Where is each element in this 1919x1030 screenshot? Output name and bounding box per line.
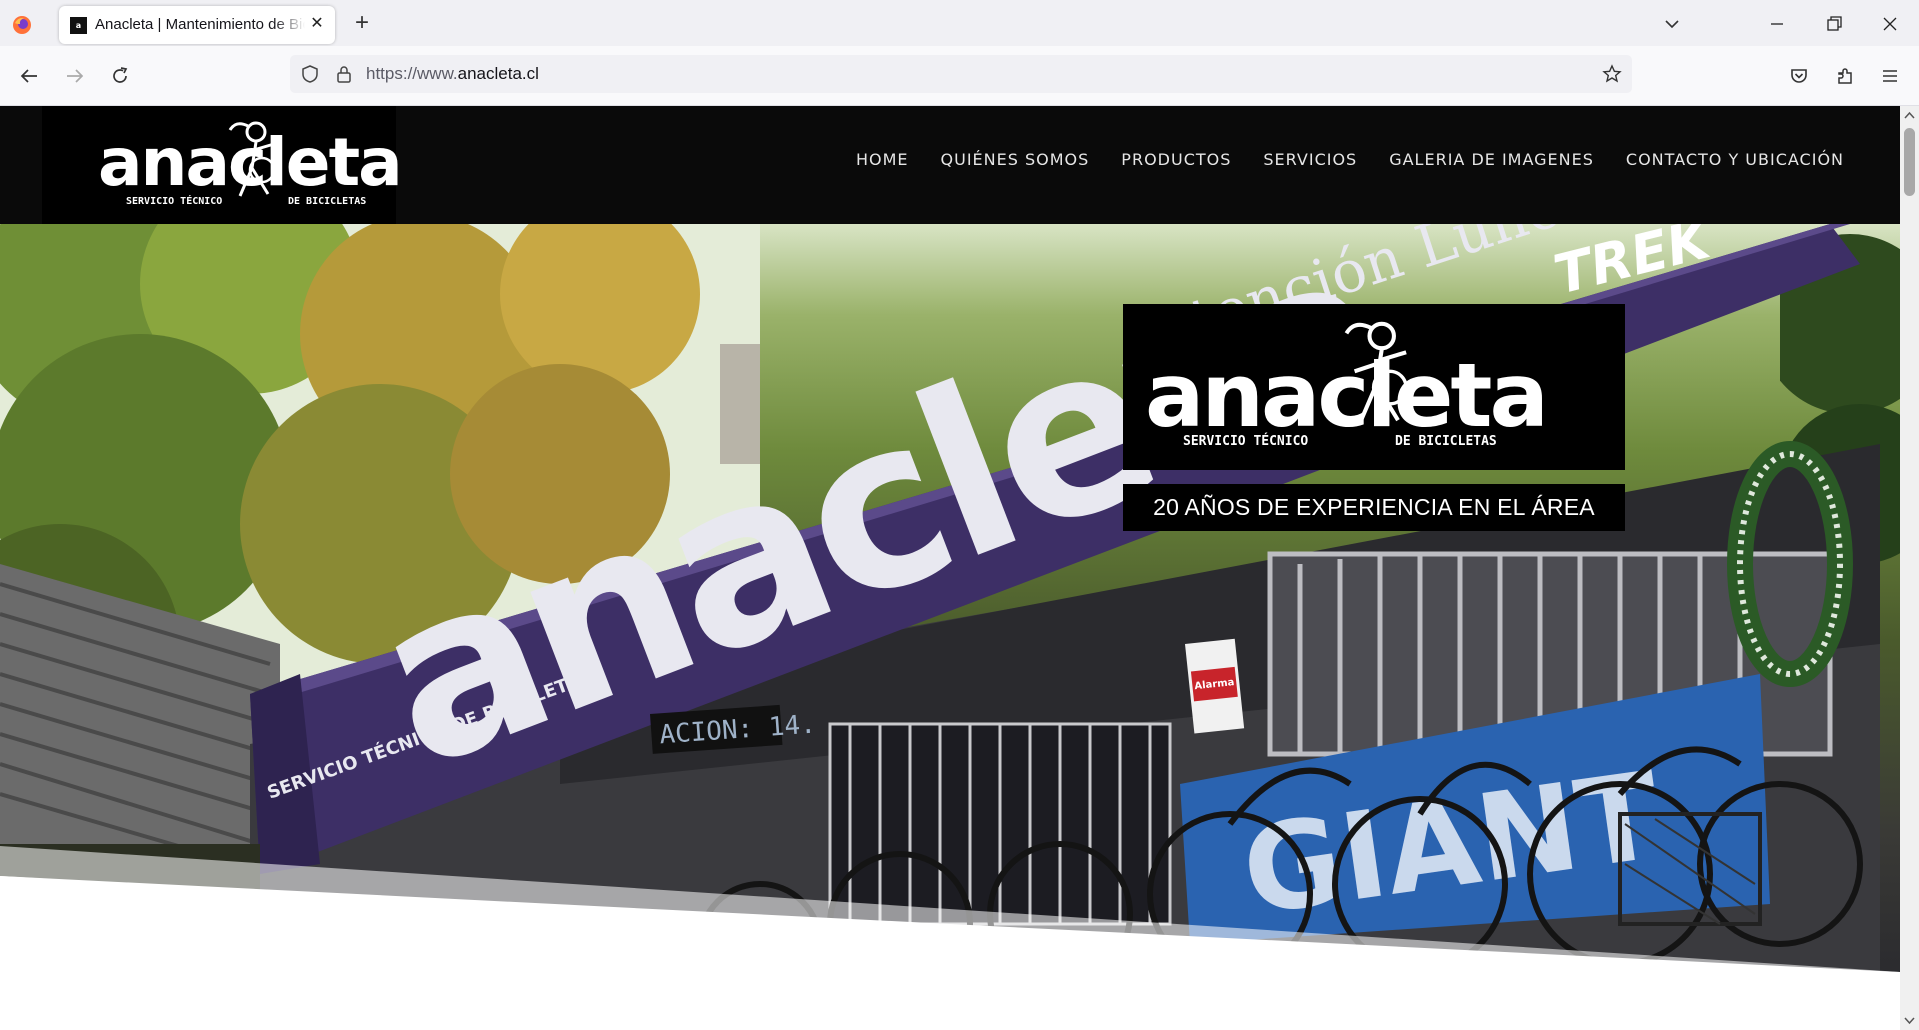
scrollbar-thumb[interactable] [1904,128,1915,196]
page-scrollbar[interactable] [1900,106,1919,1030]
site-logo: anacleta SERVICIO TÉCNICO DE BICICLETAS [98,118,418,214]
pocket-icon[interactable] [1788,65,1810,87]
extensions-puzzle-icon[interactable] [1834,65,1856,87]
hero-banner: anacleta Atención Lunes TREK SERVICIO TÉ… [0,224,1900,984]
close-window-icon[interactable] [1880,14,1900,34]
hero-tagline: 20 AÑOS DE EXPERIENCIA EN EL ÁREA [1123,484,1625,531]
forward-arrow-icon[interactable] [64,65,86,87]
nav-contacto[interactable]: CONTACTO Y UBICACIÓN [1610,150,1860,169]
browser-tab-strip: a Anacleta | Mantenimiento de Bicicletas… [0,0,1919,46]
nav-servicios[interactable]: SERVICIOS [1247,150,1373,169]
logo-tagline-right: DE BICICLETAS [288,196,367,207]
scroll-down-arrow-icon[interactable] [1904,1015,1915,1026]
nav-quienes-somos[interactable]: QUIÉNES SOMOS [925,150,1106,169]
url-scheme: https://www. [366,64,458,83]
url-host: anacleta.cl [457,64,539,83]
site-header: anacleta SERVICIO TÉCNICO DE BICICLETAS … [0,106,1900,224]
main-navigation: HOME QUIÉNES SOMOS PRODUCTOS SERVICIOS G… [840,150,1860,169]
hero-logo-card: anacleta SERVICIO TÉCNICO DE BICICLETAS [1123,304,1625,470]
url-text[interactable]: https://www.anacleta.cl [366,64,539,84]
browser-toolbar: https://www.anacleta.cl [0,46,1919,106]
page-viewport: anacleta SERVICIO TÉCNICO DE BICICLETAS … [0,106,1900,1030]
chevron-down-icon[interactable] [1662,14,1682,34]
scroll-up-arrow-icon[interactable] [1904,110,1915,121]
bookmark-star-icon[interactable] [1602,64,1622,84]
lock-icon[interactable] [334,64,354,84]
minimize-icon[interactable] [1767,14,1787,34]
site-favicon-icon: a [70,17,87,34]
tab-title: Anacleta | Mantenimiento de Bicicletas [95,16,305,33]
hero-logo-tagline-right: DE BICICLETAS [1395,434,1497,449]
new-tab-icon[interactable]: + [351,11,373,35]
reload-icon[interactable] [109,65,131,87]
tracking-shield-icon[interactable] [300,64,320,84]
mechanic-mascot-icon [228,121,276,197]
nav-galeria[interactable]: GALERIA DE IMAGENES [1373,150,1610,169]
nav-home[interactable]: HOME [840,150,925,169]
address-bar[interactable]: https://www.anacleta.cl [290,55,1632,93]
hero-mascot-icon [1344,321,1408,424]
site-logo-link[interactable]: anacleta SERVICIO TÉCNICO DE BICICLETAS [42,106,403,224]
restore-icon[interactable] [1824,14,1844,34]
browser-tab-active[interactable]: a Anacleta | Mantenimiento de Bicicletas… [59,6,335,44]
firefox-icon[interactable] [12,15,32,35]
back-arrow-icon[interactable] [18,65,40,87]
hamburger-menu-icon[interactable] [1879,65,1901,87]
logo-tagline-left: SERVICIO TÉCNICO [126,196,223,207]
nav-productos[interactable]: PRODUCTOS [1105,150,1247,169]
hero-logo-tagline-left: SERVICIO TÉCNICO [1183,434,1309,449]
close-tab-icon[interactable]: ✕ [308,15,326,33]
